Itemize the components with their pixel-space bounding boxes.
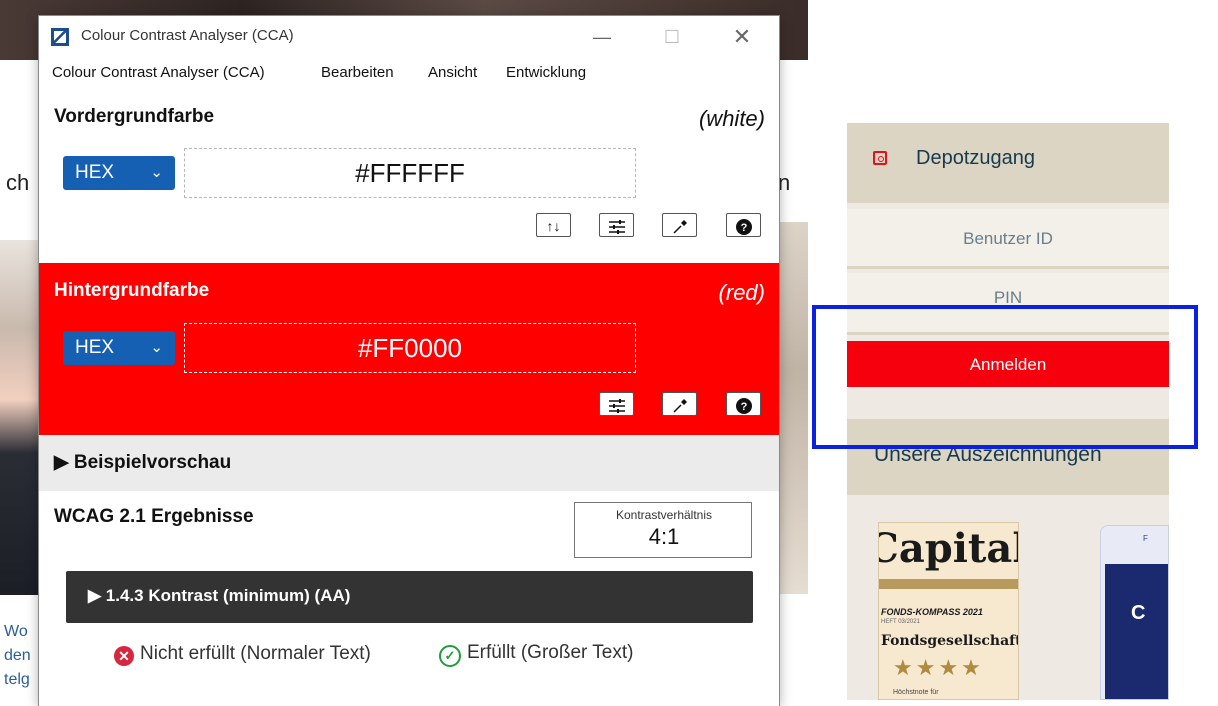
foreground-color-name: (white) [698,106,765,131]
background-sliders-button[interactable] [599,392,634,416]
eyedropper-icon [672,398,687,413]
news-line[interactable]: telg [4,668,44,692]
chevron-down-icon: ⌄ [150,164,163,181]
background-hex-input[interactable]: #FF0000 [184,323,636,373]
criterion-1-4-3-toggle[interactable]: ▶ 1.4.3 Kontrast (minimum) (AA) [66,571,753,623]
background-title: Hintergrundfarbe [54,280,210,301]
fail-icon: ✕ [114,646,134,666]
background-format-value: HEX [75,337,115,358]
foreground-hex-input[interactable]: #FFFFFF [184,148,636,198]
contrast-ratio-box: Kontrastverhältnis 4:1 [574,502,752,558]
news-line[interactable]: Wo [4,620,44,644]
svg-text:?: ? [740,222,747,234]
news-line[interactable]: den [4,644,44,668]
result-normal-text: ✕ Nicht erfüllt (Normaler Text) [114,642,394,666]
foreground-format-select[interactable]: HEX ⌄ [63,156,175,190]
result-large-text: ✓ Erfüllt (Großer Text) [439,642,633,667]
awards-title: Unsere Auszeichnungen [874,443,1102,466]
sample-preview-toggle[interactable]: ▶ Beispielvorschau [39,435,779,491]
award-category: Fondsgesellschaft [881,633,1019,649]
background-person-photo [0,240,40,595]
criterion-label: ▶ 1.4.3 Kontrast (minimum) (AA) [88,586,351,605]
menu-bar: Colour Contrast Analyser (CCA) Bearbeite… [39,58,779,88]
swap-colors-button[interactable]: ↑↓ [536,213,571,237]
svg-text:?: ? [740,401,747,413]
pin-field[interactable]: PIN [847,273,1169,335]
help-icon: ? [735,218,752,235]
menu-edit[interactable]: Bearbeiten [321,64,394,81]
background-color-name: (red) [718,280,765,305]
award2-band [1105,564,1168,699]
foreground-sliders-button[interactable] [599,213,634,237]
capital-award-badge[interactable]: Capital FONDS-KOMPASS 2021 HEFT 03/2021 … [878,522,1019,700]
background-heading-fragment-2: n [778,170,791,195]
badge-divider [879,579,1018,589]
award-kompass-label: FONDS-KOMPASS 2021 [881,607,983,617]
menu-development[interactable]: Entwicklung [506,64,586,81]
award-stars: ★★★★ [893,655,984,680]
chevron-down-icon: ⌄ [150,339,163,356]
background-header-area [808,0,1218,90]
minimize-button[interactable]: — [579,22,625,52]
swap-icon: ↑↓ [546,218,561,234]
background-eyedropper-button[interactable] [662,392,697,416]
app-icon [51,28,69,46]
cca-window: Colour Contrast Analyser (CCA) — ☐ ✕ Col… [39,16,779,706]
pass-icon: ✓ [439,645,461,667]
award-sub-label: HEFT 03/2021 [881,619,920,625]
sliders-icon [608,398,625,413]
menu-view[interactable]: Ansicht [428,64,477,81]
award2-letter: C [1131,602,1146,624]
maximize-button[interactable]: ☐ [649,22,695,52]
background-building-photo [778,222,808,594]
foreground-title: Vordergrundfarbe [54,106,215,127]
capital-logo: Capital [879,525,1018,572]
foreground-section: Vordergrundfarbe (white) HEX ⌄ #FFFFFF ↑… [39,88,779,263]
sliders-icon [608,219,625,234]
safe-icon [873,151,887,165]
result-large-text-label: Erfüllt (Großer Text) [467,642,634,663]
background-format-select[interactable]: HEX ⌄ [63,331,175,365]
close-button[interactable]: ✕ [719,22,765,52]
result-normal-text-label: Nicht erfüllt (Normaler Text) [140,643,371,664]
award-note: Höchstnote für [893,689,939,696]
help-icon: ? [735,397,752,414]
background-section: Hintergrundfarbe (red) HEX ⌄ #FF0000 ? [39,263,779,435]
login-panel-header: Depotzugang [847,123,1169,203]
results-title: WCAG 2.1 Ergebnisse [54,506,254,527]
foreground-help-button[interactable]: ? [726,213,761,237]
background-heading-fragment: ch [6,170,30,195]
login-button[interactable]: Anmelden [847,341,1169,387]
window-title: Colour Contrast Analyser (CCA) [81,27,294,44]
foreground-format-value: HEX [75,162,115,183]
login-panel: Depotzugang Benutzer ID PIN Anmelden Uns… [847,123,1169,700]
award2-fragment: F [1143,534,1148,543]
awards-header: Unsere Auszeichnungen [847,419,1169,495]
sample-preview-label: ▶ Beispielvorschau [54,452,232,473]
menu-app[interactable]: Colour Contrast Analyser (CCA) [52,64,265,81]
contrast-ratio-label: Kontrastverhältnis [615,508,713,522]
title-bar[interactable]: Colour Contrast Analyser (CCA) — ☐ ✕ [39,16,779,58]
background-news-fragments[interactable]: Wo den telg [4,620,44,692]
eyedropper-icon [672,219,687,234]
foreground-eyedropper-button[interactable] [662,213,697,237]
login-panel-title: Depotzugang [916,147,1035,169]
background-help-button[interactable]: ? [726,392,761,416]
second-award-badge[interactable]: F C [1100,525,1169,700]
contrast-ratio-value: 4:1 [648,524,680,549]
user-id-field[interactable]: Benutzer ID [847,209,1169,269]
